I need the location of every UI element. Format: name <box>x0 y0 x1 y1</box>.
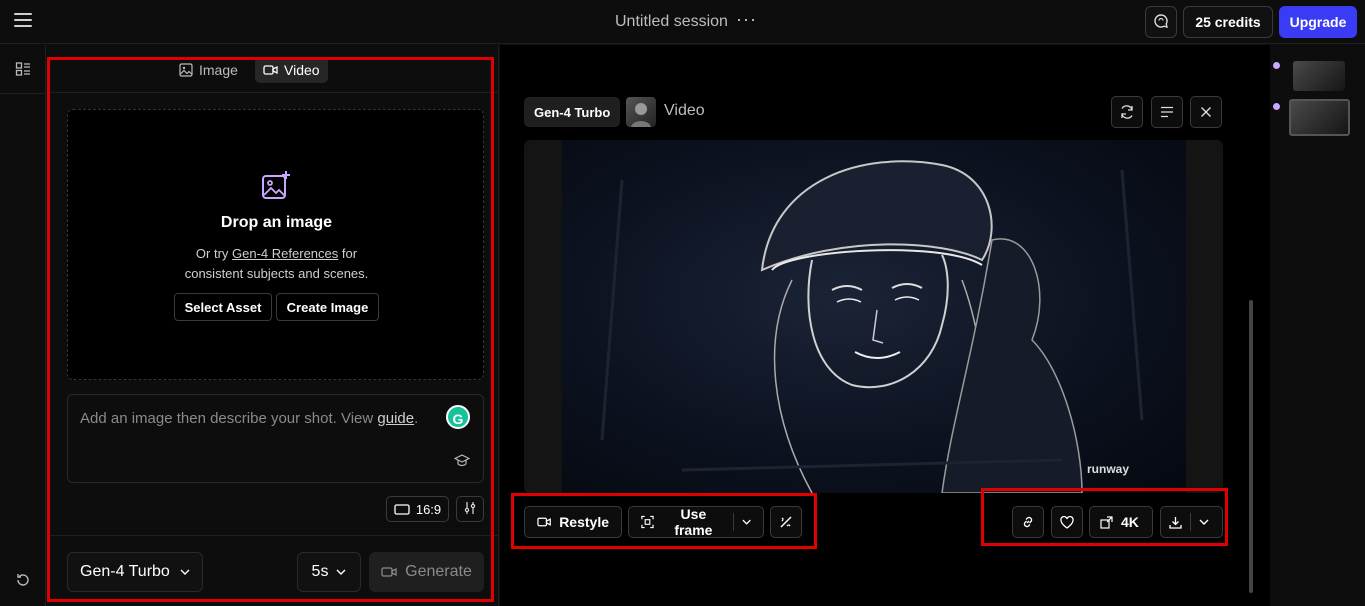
session-more-icon[interactable]: ··· <box>736 9 757 30</box>
text-align-icon <box>1161 106 1173 118</box>
highlight-box-panel <box>47 57 494 602</box>
portrait-sketch-image <box>600 160 1144 493</box>
details-button[interactable] <box>1151 96 1183 128</box>
model-chip: Gen-4 Turbo <box>524 97 621 127</box>
video-frame <box>562 140 1186 493</box>
runway-watermark: runway <box>1087 462 1130 476</box>
video-preview[interactable]: runway <box>524 140 1223 493</box>
history-indicator-dot <box>1273 62 1280 69</box>
highlight-box-actions-left <box>511 493 817 549</box>
refresh-icon <box>1121 105 1133 119</box>
upgrade-button[interactable]: Upgrade <box>1279 6 1357 38</box>
close-button[interactable] <box>1190 96 1222 128</box>
top-bar: Untitled session ··· 25 credits Upgrade <box>0 0 1365 44</box>
credits-button[interactable]: 25 credits <box>1183 6 1273 38</box>
rail-divider <box>0 93 46 94</box>
portrait-thumbnail-icon <box>631 103 651 127</box>
feedback-button[interactable] <box>1145 6 1177 38</box>
left-rail <box>0 45 46 606</box>
close-icon <box>1201 107 1211 117</box>
history-indicator-dot <box>1273 103 1280 110</box>
history-undo-icon[interactable] <box>15 572 31 588</box>
refresh-button[interactable] <box>1111 96 1143 128</box>
session-title[interactable]: Untitled session <box>615 13 728 31</box>
hamburger-menu-icon[interactable] <box>14 13 32 31</box>
history-thumbnail[interactable] <box>1293 61 1345 91</box>
history-thumbnail-selected[interactable] <box>1289 99 1350 136</box>
chat-bubble-icon <box>1154 13 1168 28</box>
media-type-label: Video <box>664 102 705 119</box>
layout-list-icon[interactable] <box>15 61 31 77</box>
source-thumbnail[interactable] <box>626 97 656 127</box>
main-scrollbar[interactable] <box>1249 300 1253 593</box>
highlight-box-actions-right <box>981 488 1228 546</box>
